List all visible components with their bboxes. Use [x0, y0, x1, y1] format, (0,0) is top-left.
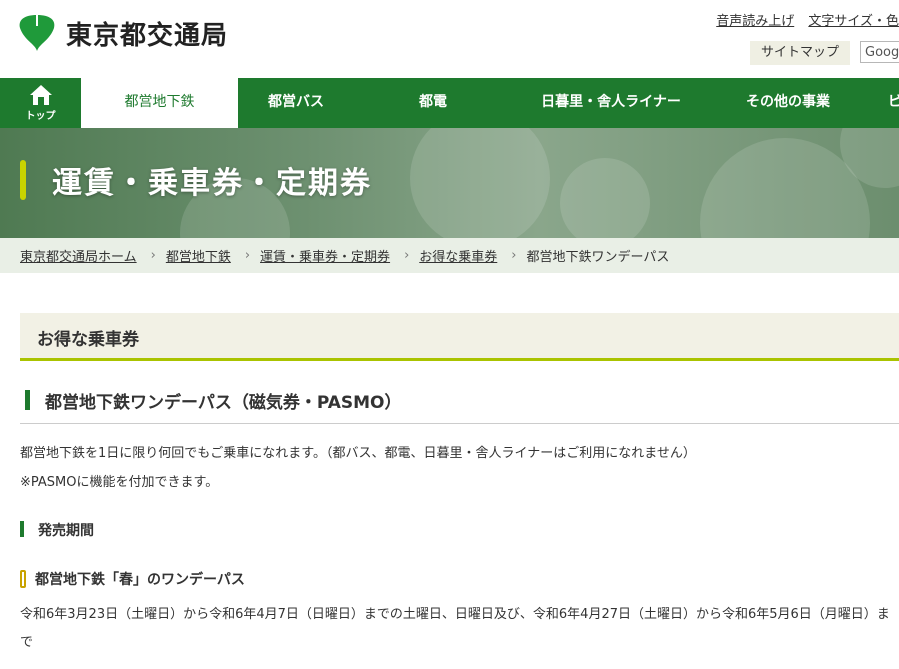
sub-sub-heading-accent-bar	[20, 570, 26, 588]
breadcrumb-link-fares[interactable]: 運賃・乗車券・定期券	[260, 246, 390, 265]
utility-links: 音声読み上げ 文字サイズ・色	[706, 10, 899, 29]
site-logo[interactable]: 東京都交通局	[18, 14, 228, 52]
search-input[interactable]: Google	[860, 41, 899, 63]
global-nav: トップ 都営地下鉄 都営バス 都電 日暮里・舎人ライナー その他の事業 ビ	[0, 78, 899, 128]
nav-item-bus[interactable]: 都営バス	[238, 78, 354, 128]
chevron-right-icon: ›	[244, 248, 251, 263]
nav-item-home[interactable]: トップ	[0, 78, 81, 128]
pasmo-note: ※PASMOに機能を付加できます。	[20, 475, 219, 490]
logo-text: 東京都交通局	[66, 20, 229, 51]
sub-heading-text: 発売期間	[38, 523, 94, 539]
voice-reading-link[interactable]: 音声読み上げ	[716, 14, 794, 29]
page-heading: 都営地下鉄ワンデーパス（磁気券・PASMO）	[20, 386, 899, 424]
hero-accent-bar	[20, 160, 26, 200]
page-heading-text: 都営地下鉄ワンデーパス（磁気券・PASMO）	[45, 393, 402, 413]
ginkgo-leaf-icon	[19, 15, 55, 51]
hero-title: 運賃・乗車券・定期券	[52, 166, 372, 201]
nav-home-label: トップ	[25, 111, 56, 122]
sales-period-text: 令和6年3月23日（土曜日）から令和6年4月7日（日曜日）までの土曜日、日曜日及…	[20, 607, 890, 650]
sub-sub-heading-text: 都営地下鉄「春」のワンデーパス	[35, 572, 245, 588]
breadcrumb-link-subway[interactable]: 都営地下鉄	[166, 246, 231, 265]
chevron-right-icon: ›	[150, 248, 156, 263]
nav-item-streetcar[interactable]: 都電	[354, 78, 512, 128]
bokeh-decoration	[410, 128, 550, 238]
chevron-right-icon: ›	[511, 248, 517, 263]
nav-item-other-business[interactable]: その他の事業	[710, 78, 866, 128]
section-heading: お得な乗車券	[20, 313, 899, 361]
breadcrumb: 東京都交通局ホーム › 都営地下鉄 › 運賃・乗車券・定期券 › お得な乗車券 …	[0, 238, 899, 273]
sub-heading-accent-bar	[20, 521, 24, 537]
section-title: お得な乗車券	[37, 330, 139, 350]
breadcrumb-link-discount-tickets[interactable]: お得な乗車券	[419, 246, 497, 265]
sitemap-button[interactable]: サイトマップ	[750, 41, 850, 65]
heading-accent-bar	[25, 390, 30, 410]
home-icon	[29, 85, 52, 105]
nav-item-nippori-liner[interactable]: 日暮里・舎人ライナー	[512, 78, 710, 128]
breadcrumb-current: 都営地下鉄ワンデーパス	[526, 250, 670, 265]
nav-item-more[interactable]: ビ	[866, 78, 899, 128]
bokeh-decoration	[560, 158, 650, 238]
breadcrumb-link-home[interactable]: 東京都交通局ホーム	[20, 246, 137, 265]
description-text: 都営地下鉄を1日に限り何回でもご乗車になれます。（都バス、都電、日暮里・舎人ライ…	[20, 446, 696, 461]
chevron-right-icon: ›	[404, 248, 410, 263]
hero-banner: 運賃・乗車券・定期券	[0, 128, 899, 238]
nav-item-subway[interactable]: 都営地下鉄	[81, 78, 238, 128]
text-size-color-link[interactable]: 文字サイズ・色	[808, 14, 899, 29]
